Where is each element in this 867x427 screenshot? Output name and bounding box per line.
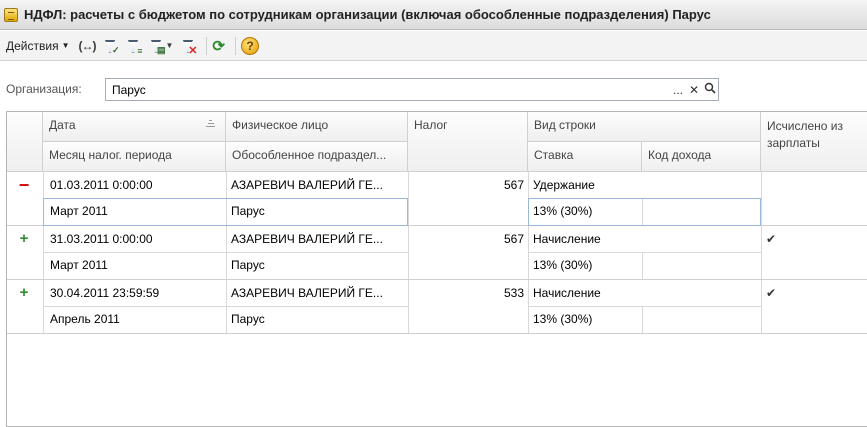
filter-settings-button[interactable]: ≡ xyxy=(124,35,143,57)
plus-icon: + xyxy=(19,284,29,301)
cell-month: Апрель 2011 xyxy=(50,312,120,326)
help-icon: ? xyxy=(241,36,259,55)
grid-line xyxy=(642,252,643,280)
actions-label: Действия xyxy=(6,38,59,53)
cell-rate: 13% (30%) xyxy=(533,204,593,218)
column-header-label: Дата xyxy=(49,118,76,132)
search-icon[interactable] xyxy=(702,82,718,97)
refresh-icon[interactable]: ⟳ xyxy=(212,35,225,57)
swap-icon[interactable]: (↔) xyxy=(79,35,97,57)
column-header-subdivision[interactable]: Обособленное подраздел... xyxy=(226,142,408,172)
cell-date: 01.03.2011 0:00:00 xyxy=(50,178,153,192)
grid-line xyxy=(528,306,761,307)
organization-label: Организация: xyxy=(6,82,82,96)
grid-line xyxy=(528,198,761,199)
sort-icon xyxy=(206,120,215,128)
clear-icon[interactable]: ✕ xyxy=(686,83,702,97)
minus-icon: − xyxy=(18,175,30,195)
cell-month: Март 2011 xyxy=(50,204,108,218)
toolbar: Действия ▼ (↔) ✓ ≡ ▤ ▼ ✕ ⟳ ? xyxy=(0,31,867,61)
grid-line xyxy=(642,306,643,334)
window-title: НДФЛ: расчеты с бюджетом по сотрудникам … xyxy=(24,7,711,22)
cell-subdivision: Парус xyxy=(231,312,265,326)
cell-month: Март 2011 xyxy=(50,258,108,272)
cell-person: АЗАРЕВИЧ ВАЛЕРИЙ ГЕ... xyxy=(231,286,383,300)
grid-line xyxy=(43,172,44,334)
grid-line xyxy=(408,172,409,334)
column-header-tax[interactable]: Налог xyxy=(408,112,528,172)
grid-line xyxy=(642,198,643,226)
cell-tax: 533 xyxy=(503,286,524,300)
row-divider xyxy=(7,225,867,226)
organization-row: Организация: Парус ... ✕ xyxy=(0,78,867,102)
help-button[interactable]: ? xyxy=(241,35,259,57)
cell-row-type: Начисление xyxy=(533,232,601,246)
filter-clear-button[interactable]: ✕ xyxy=(178,35,197,57)
filter-list-button[interactable]: ▤ ▼ xyxy=(147,35,174,57)
cell-tax: 567 xyxy=(503,232,524,246)
column-header-date[interactable]: Дата xyxy=(43,112,226,142)
row-marker-header xyxy=(7,112,43,172)
cell-person: АЗАРЕВИЧ ВАЛЕРИЙ ГЕ... xyxy=(231,232,383,246)
document-icon xyxy=(4,7,18,22)
column-header-rate[interactable]: Ставка xyxy=(528,142,642,172)
chevron-down-icon: ▼ xyxy=(61,41,70,50)
cell-rate: 13% (30%) xyxy=(533,312,593,326)
title-bar: НДФЛ: расчеты с бюджетом по сотрудникам … xyxy=(0,0,867,30)
column-header-person[interactable]: Физическое лицо xyxy=(226,112,408,142)
column-header-from-salary[interactable]: Исчислено из зарплаты xyxy=(761,112,867,172)
column-header-row-type[interactable]: Вид строки xyxy=(528,112,761,142)
row-divider xyxy=(7,333,867,334)
organization-field[interactable]: Парус ... ✕ xyxy=(105,78,719,101)
column-header-income-code[interactable]: Код дохода xyxy=(642,142,761,172)
grid-line xyxy=(528,252,761,253)
grid-line xyxy=(43,252,408,253)
cell-date: 31.03.2011 0:00:00 xyxy=(50,232,153,246)
filter-icon: ✓ xyxy=(101,37,120,55)
select-button[interactable]: ... xyxy=(670,83,686,97)
cell-row-type: Удержание xyxy=(533,178,595,192)
grid-line xyxy=(761,172,762,334)
actions-menu-button[interactable]: Действия ▼ xyxy=(3,37,73,55)
toolbar-separator xyxy=(235,36,236,55)
cell-person: АЗАРЕВИЧ ВАЛЕРИЙ ГЕ... xyxy=(231,178,383,192)
organization-value: Парус xyxy=(112,82,146,97)
grid-line xyxy=(226,172,227,334)
cell-rate: 13% (30%) xyxy=(533,258,593,272)
chevron-down-icon: ▼ xyxy=(165,41,174,50)
grid-line xyxy=(528,172,529,334)
cell-subdivision: Парус xyxy=(231,258,265,272)
cell-tax: 567 xyxy=(503,178,524,192)
checkmark-icon: ✔ xyxy=(766,286,777,300)
column-header-month[interactable]: Месяц налог. периода xyxy=(43,142,226,172)
grid-line xyxy=(43,198,408,199)
filter-button[interactable]: ✓ xyxy=(101,35,120,57)
cell-date: 30.04.2011 23:59:59 xyxy=(50,286,160,300)
grid-line xyxy=(43,306,408,307)
plus-icon: + xyxy=(19,230,29,247)
filter-settings-icon: ≡ xyxy=(124,37,143,56)
filter-clear-icon: ✕ xyxy=(178,37,197,57)
cell-subdivision: Парус xyxy=(231,204,265,218)
data-table: Дата Месяц налог. периода Физическое лиц… xyxy=(6,111,867,427)
filter-list-icon: ▤ xyxy=(147,37,166,55)
checkmark-icon: ✔ xyxy=(766,232,777,246)
row-divider xyxy=(7,279,867,280)
toolbar-separator xyxy=(206,36,208,55)
cell-row-type: Начисление xyxy=(533,286,601,300)
